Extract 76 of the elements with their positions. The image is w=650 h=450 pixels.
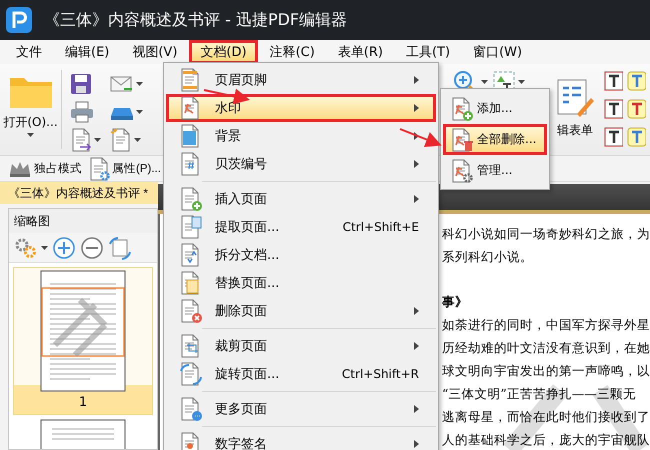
menu-item[interactable]: 水印 [166,94,436,122]
window-title: 《三体》内容概述及书评 - 迅捷PDF编辑器 [44,10,348,30]
menu-bar-item[interactable]: 表单(R) [326,40,394,64]
options-button[interactable] [13,236,48,260]
menu-bar-item[interactable]: 视图(V) [121,40,188,64]
menu-item[interactable]: 提取页面... Ctrl+Shift+E [166,213,436,241]
envelope-icon [110,74,134,94]
menu-item[interactable]: 贝茨编号 [166,150,436,178]
document-text: 科幻小说如同一场奇妙科幻之旅，为 [442,225,650,243]
menu-item[interactable]: 拆分文档... [166,241,436,269]
text-field-icon [604,70,623,92]
new-document-icon [110,128,132,152]
menu-item[interactable]: 页眉页脚 [166,66,436,94]
document-arrow-icon [70,128,92,152]
menu-bar-item[interactable]: 编辑(E) [54,40,120,64]
properties-button[interactable]: 属性(P)... [86,156,163,180]
menu-bar-item[interactable]: 窗口(W) [462,40,534,64]
document-tab[interactable]: 《三体》内容概述及书评 * [0,182,158,204]
text-field-icon [627,70,646,92]
text-field-icon [604,126,623,148]
caret-icon [134,138,141,142]
page-extract-icon [179,215,203,239]
zoom-in-button[interactable] [52,236,76,260]
menu-item[interactable]: 更多页面 [166,395,436,423]
menu-item[interactable]: 全部删除... [443,124,547,155]
menu-bar-item[interactable]: 注释(C) [258,40,326,64]
caret-icon [136,110,143,114]
caret-icon [136,82,143,86]
menu-bar-item[interactable]: 工具(T) [394,40,462,64]
form-edit-icon [555,78,595,118]
document-text: 系列科幻小说。 [442,248,534,266]
menu-item[interactable]: 添加... [443,93,547,124]
rotate-icon[interactable] [108,236,132,260]
menu-item[interactable]: 管理... [443,155,547,186]
document-text: 历经劫难的叶文洁没有意识到，在她 [442,339,650,357]
app-logo-icon [6,7,32,33]
page-more-icon [179,397,203,421]
annotation-arrow [400,128,442,148]
document-text: 逃离母星，而恰在此时他们接收到了 [442,408,650,426]
menu-item[interactable]: 数字签名 [166,430,436,450]
document-heading: 事》 [442,293,469,311]
menu-item[interactable]: 替换页面... [166,269,436,297]
edit-form-button[interactable]: 辑表单 [550,70,600,155]
document-text: 球文明向宇宙发出的第一声啼鸣，以 [442,362,650,380]
caret-icon [518,80,525,84]
menu-item[interactable]: 删除页面 [166,297,436,325]
text-field-icon [604,98,623,120]
caret-icon [27,133,34,137]
menu-item[interactable]: 背景 [166,122,436,150]
watermark-trash-icon [450,128,474,152]
panel-title: 缩略图 [9,209,157,233]
document-text: 如荼进行的同时，中国军方探寻外星 [442,316,650,334]
document-text: 人的基础科学之后，庞大的宇宙舰队 [442,431,650,449]
watermark-gear-icon [450,158,474,182]
zoom-out-button[interactable] [80,236,104,260]
caret-icon [41,246,48,250]
gears-icon [13,236,39,258]
document-text: “三体文明”正苦苦挣扎——三颗无 [442,385,637,403]
page-rotate-icon [179,362,203,386]
text-field-icon [627,98,646,120]
menu-bar-item[interactable]: 文档(D) [189,40,258,64]
text-field-icon [627,126,646,148]
watermark-plus-icon [450,96,474,120]
crown-icon [8,160,32,178]
caret-icon [94,138,101,142]
menu-item[interactable]: 插入页面 [166,185,436,213]
menu-bar-item[interactable]: 文件 [5,40,53,64]
page-delete-icon [179,299,203,323]
page-number: 1 [78,394,88,412]
open-button[interactable]: 打开(O)... [3,70,58,131]
page-plus-icon [179,187,203,211]
menu-item[interactable]: 旋转页面... Ctrl+Shift+R [166,360,436,388]
exclusive-mode-button[interactable]: 独占模式 [6,160,84,178]
menu-item[interactable]: 裁剪页面 [166,332,436,360]
caret-icon [481,80,488,84]
thumbnail-item[interactable]: 1 [13,267,153,415]
